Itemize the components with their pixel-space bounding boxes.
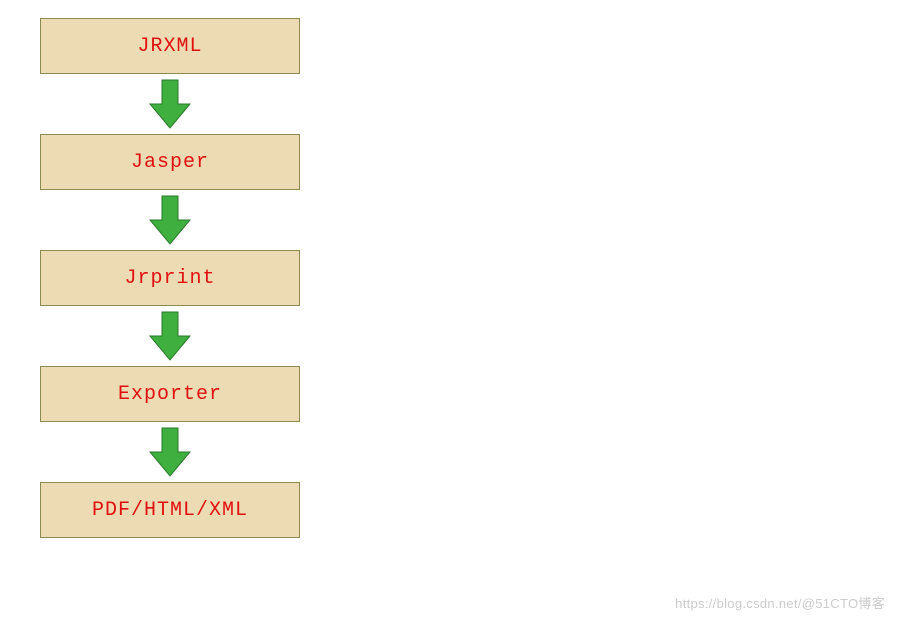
- down-arrow-icon: [148, 194, 192, 246]
- down-arrow-icon: [148, 310, 192, 362]
- box-jasper: Jasper: [40, 134, 300, 190]
- box-jrxml: JRXML: [40, 18, 300, 74]
- arrow-3: [148, 306, 192, 366]
- box-output-label: PDF/HTML/XML: [92, 499, 248, 522]
- arrow-2: [148, 190, 192, 250]
- box-jrprint-label: Jrprint: [124, 267, 215, 290]
- box-jasper-label: Jasper: [131, 151, 209, 174]
- box-output: PDF/HTML/XML: [40, 482, 300, 538]
- flowchart: JRXML Jasper Jrprint Exporter PDF/HTML/X…: [10, 0, 330, 538]
- arrow-1: [148, 74, 192, 134]
- down-arrow-icon: [148, 426, 192, 478]
- box-jrxml-label: JRXML: [137, 35, 202, 58]
- arrow-4: [148, 422, 192, 482]
- box-jrprint: Jrprint: [40, 250, 300, 306]
- watermark: https://blog.csdn.net/@51CTO博客: [675, 593, 885, 612]
- box-exporter-label: Exporter: [118, 383, 222, 406]
- box-exporter: Exporter: [40, 366, 300, 422]
- down-arrow-icon: [148, 78, 192, 130]
